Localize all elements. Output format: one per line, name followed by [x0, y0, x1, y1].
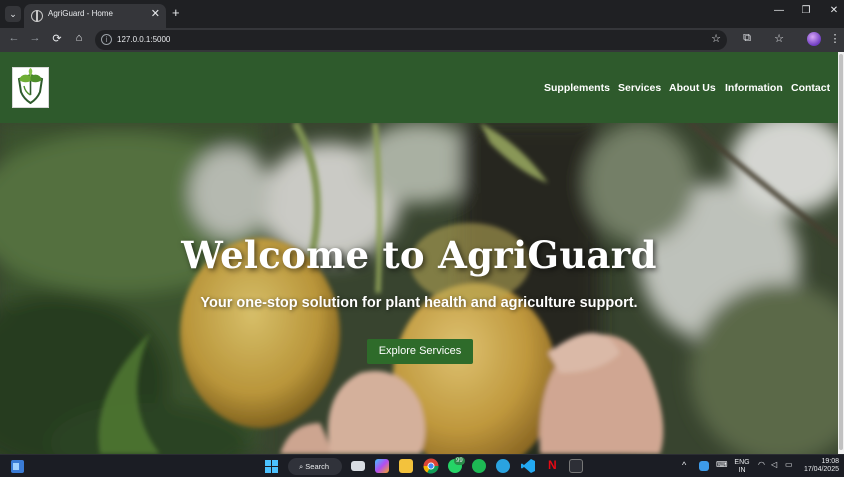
tray-app-icon[interactable]	[699, 461, 709, 471]
browser-menu-icon[interactable]: ⋮	[827, 32, 843, 45]
scrollbar-thumb[interactable]	[839, 54, 843, 450]
wifi-icon[interactable]: ◠	[758, 461, 765, 469]
windows-taskbar: ⌕ Search 99 N ^ ⌨ ENG IN ◠ ◁ ▭ 19:08 17/…	[0, 454, 844, 477]
home-icon[interactable]: ⌂	[71, 32, 87, 44]
page-scrollbar[interactable]	[838, 52, 844, 454]
vscode-icon[interactable]	[521, 459, 535, 473]
telegram-icon[interactable]	[496, 459, 510, 473]
restore-window-button[interactable]: ❐	[792, 5, 820, 16]
explore-services-button[interactable]: Explore Services	[367, 339, 473, 364]
hero-section: Welcome to AgriGuard Your one-stop solut…	[0, 123, 838, 454]
globe-icon	[31, 10, 43, 22]
tab-title: AgriGuard - Home	[48, 9, 113, 18]
reload-icon[interactable]: ⟳	[49, 32, 65, 45]
address-url[interactable]: 127.0.0.1:5000	[117, 35, 170, 44]
extensions-icon[interactable]: ⧉	[739, 32, 755, 45]
bookmarks-icon[interactable]: ☆	[771, 32, 787, 45]
bookmark-star-icon[interactable]: ☆	[711, 32, 721, 45]
minimize-window-button[interactable]: —	[765, 5, 793, 16]
site-info-icon[interactable]: i	[101, 34, 112, 45]
input-language[interactable]: ENG IN	[734, 459, 750, 475]
nav-supplements[interactable]: Supplements	[544, 82, 610, 94]
hero-title: Welcome to AgriGuard	[181, 233, 657, 277]
nav-contact[interactable]: Contact	[791, 82, 830, 94]
keyboard-icon[interactable]: ⌨	[716, 461, 728, 469]
clock[interactable]: 19:08 17/04/2025	[801, 458, 841, 474]
whatsapp-badge: 99	[454, 457, 465, 465]
region-label: IN	[738, 467, 746, 474]
address-bar[interactable]: i 127.0.0.1:5000 ☆	[95, 30, 727, 50]
chrome-icon[interactable]	[423, 458, 439, 474]
tray-overflow-chevron-icon[interactable]: ^	[682, 461, 686, 470]
volume-icon[interactable]: ◁	[771, 461, 777, 469]
back-icon[interactable]: ←	[6, 32, 22, 44]
task-view-icon[interactable]	[351, 461, 365, 471]
netflix-icon[interactable]: N	[548, 458, 557, 472]
hero-subtitle: Your one-stop solution for plant health …	[200, 295, 638, 311]
browser-tab-active[interactable]: AgriGuard - Home ✕	[24, 4, 166, 28]
nav-information[interactable]: Information	[725, 82, 783, 94]
copilot-icon[interactable]	[375, 459, 389, 473]
nav-services[interactable]: Services	[618, 82, 661, 94]
browser-toolbar: ← → ⟳ ⌂ i 127.0.0.1:5000 ☆ ⧉ ☆ ⋮	[0, 28, 844, 52]
windows-start-icon[interactable]	[265, 460, 278, 473]
forward-icon[interactable]: →	[27, 32, 43, 44]
profile-avatar[interactable]	[807, 32, 821, 46]
web-page: Supplements Services About Us Informatio…	[0, 52, 838, 454]
agriguard-logo[interactable]	[12, 67, 49, 108]
browser-tab-strip: ⌄ AgriGuard - Home ✕ + — ❐ ✕	[0, 0, 844, 28]
search-icon: ⌕	[299, 462, 304, 471]
close-tab-icon[interactable]: ✕	[151, 7, 160, 20]
taskbar-search-label: Search	[305, 462, 330, 471]
new-tab-button[interactable]: +	[172, 5, 180, 20]
terminal-icon[interactable]	[569, 459, 583, 473]
widgets-icon[interactable]	[11, 460, 24, 473]
battery-icon[interactable]: ▭	[785, 461, 793, 469]
nav-about-us[interactable]: About Us	[669, 82, 716, 94]
clock-date: 17/04/2025	[803, 466, 839, 473]
spotify-icon[interactable]	[472, 459, 486, 473]
clock-time: 19:08	[821, 458, 839, 465]
site-header: Supplements Services About Us Informatio…	[0, 52, 838, 123]
hero-background-image	[0, 123, 838, 454]
tab-search-menu-button[interactable]: ⌄	[5, 6, 21, 22]
file-explorer-icon[interactable]	[399, 459, 413, 473]
language-label: ENG	[734, 459, 750, 466]
taskbar-search[interactable]: ⌕ Search	[288, 458, 342, 475]
close-window-button[interactable]: ✕	[820, 5, 844, 16]
